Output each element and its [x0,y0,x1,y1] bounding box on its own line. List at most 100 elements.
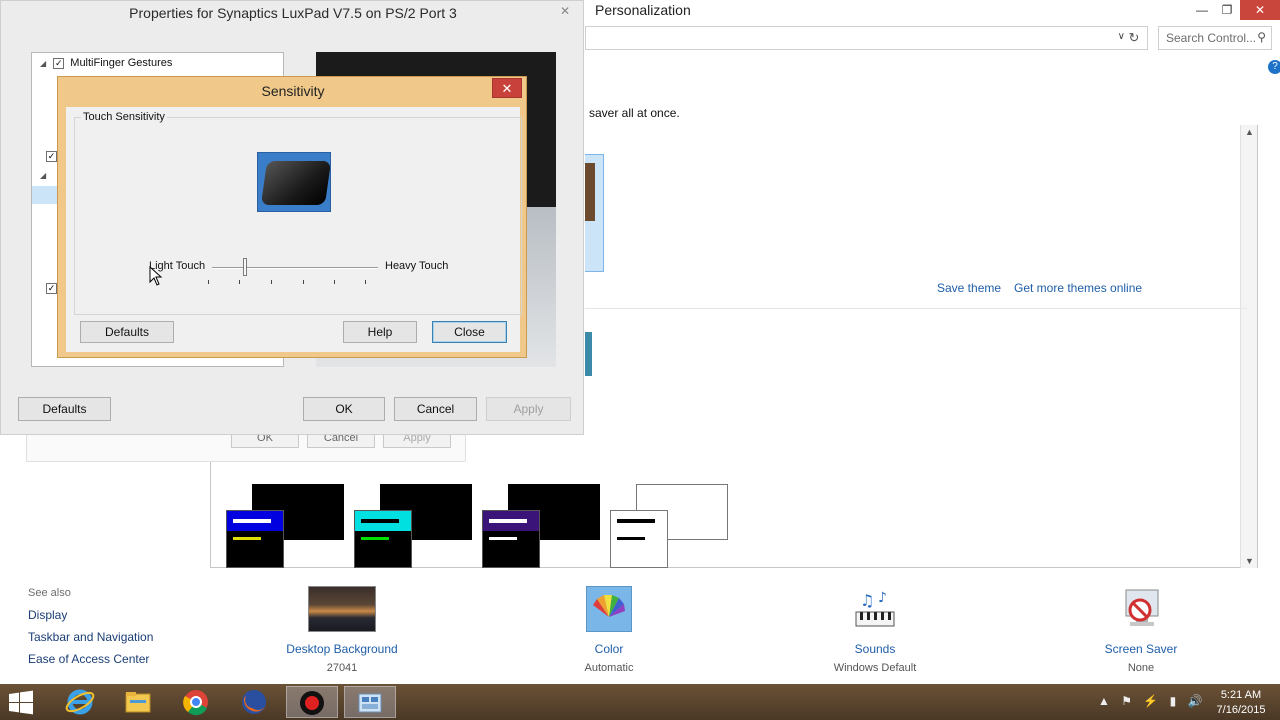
ease-of-access-link[interactable]: Ease of Access Center [28,652,149,666]
internet-explorer-icon[interactable] [54,686,106,718]
theme-thumbnail [585,163,595,221]
desktop-background-item[interactable]: Desktop Background 27041 [282,586,402,674]
search-placeholder: Search Control... [1166,31,1257,45]
slider-tick [365,280,366,284]
defaults-button[interactable]: Defaults [80,321,174,343]
theme-bar [489,519,527,523]
close-icon[interactable]: ✕ [1240,0,1280,20]
high-contrast-theme-white[interactable] [610,484,750,568]
theme-bar [233,537,261,540]
chrome-icon[interactable] [170,686,222,718]
close-icon[interactable]: ✕ [492,78,522,98]
theme-window-front [226,510,284,568]
sensitivity-slider[interactable] [212,267,378,269]
theme-window-front [354,510,412,568]
checkbox[interactable]: ✓ [53,57,65,69]
firefox-icon[interactable] [228,686,280,718]
taskbar: ▲ ⚑ ⚡ ▮ 🔊 5:21 AM 7/16/2015 [0,684,1280,720]
defaults-button[interactable]: Defaults [18,397,111,421]
more-themes-link[interactable]: Get more themes online [1014,281,1142,295]
touchpad-shape [260,161,330,205]
expand-icon[interactable]: ◢ [40,59,46,68]
color-item[interactable]: Color Automatic [569,586,649,674]
tree-item-label: MultiFinger Gestures [70,57,173,69]
cancel-button[interactable]: Cancel [394,397,477,421]
personalization-titlebar: Personalization — ❐ ✕ [585,0,1280,22]
search-input[interactable]: Search Control... ⚲ [1158,26,1272,50]
sensitivity-dialog: Sensitivity ✕ Touch Sensitivity Light To… [57,76,527,358]
high-contrast-theme-2[interactable] [354,484,494,568]
slider-tick [239,280,240,284]
theme-bar [617,519,655,523]
taskbar-navigation-link[interactable]: Taskbar and Navigation [28,630,153,644]
slider-tick [303,280,304,284]
bottom-item-label: Color [594,642,624,656]
sounds-item[interactable]: ♫ ♪ Sounds Windows Default [820,586,930,674]
bottom-item-label: Screen Saver [1104,642,1178,656]
dialog-title: Sensitivity [261,83,325,99]
file-explorer-icon[interactable] [112,686,164,718]
action-center-flag-icon[interactable]: ⚑ [1121,694,1132,708]
see-also-heading: See also [28,587,71,599]
screen-saver-icon [1118,586,1164,632]
checkbox[interactable]: ✓ [46,283,57,294]
svg-text:♪: ♪ [878,590,887,606]
tree-selection [32,186,60,204]
bottom-item-label: Sounds [854,642,896,656]
minimize-icon[interactable]: — [1188,0,1216,20]
volume-icon[interactable]: 🔊 [1188,694,1203,708]
record-icon[interactable] [286,686,338,718]
slider-thumb[interactable] [243,258,248,276]
sensitivity-client-area: Touch Sensitivity Light Touch Heavy Touc… [66,107,522,352]
restore-icon[interactable]: ❐ [1213,0,1241,20]
touch-sensitivity-group: Touch Sensitivity Light Touch Heavy Touc… [74,111,522,315]
theme-bar [361,537,389,540]
clock-time: 5:21 AM [1220,689,1262,701]
address-bar[interactable]: ∨ [585,26,1148,50]
slider-tick [208,280,209,284]
heavy-touch-label: Heavy Touch [385,260,449,272]
power-icon[interactable]: ⚡ [1143,694,1158,708]
high-contrast-theme-black[interactable] [482,484,622,568]
help-icon[interactable]: ? [1268,60,1280,74]
search-icon[interactable]: ⚲ [1257,30,1266,44]
theme-bar [489,537,517,540]
touchpad-image [257,152,331,212]
group-label: Touch Sensitivity [81,111,167,123]
control-panel-icon[interactable] [344,686,396,718]
color-palette-icon [586,586,632,632]
theme-thumbnail[interactable] [585,332,592,376]
system-tray: ▲ ⚑ ⚡ ▮ 🔊 [1098,694,1211,708]
theme-bar [617,537,645,540]
clock[interactable]: 5:21 AM 7/16/2015 [1206,688,1276,718]
display-link[interactable]: Display [28,608,67,622]
clock-date: 7/16/2015 [1216,704,1266,716]
high-contrast-theme-1[interactable] [226,484,366,568]
bottom-item-sub: 27041 [326,662,358,674]
slider-tick [334,280,335,284]
tree-item-multifinger-gestures[interactable]: ◢ ✓ MultiFinger Gestures [40,57,172,69]
bottom-item-label: Desktop Background [286,642,398,656]
theme-bar [361,519,399,523]
bottom-item-sub: Windows Default [833,662,917,674]
scroll-up-icon[interactable]: ▲ [1241,127,1258,137]
close-icon[interactable]: ✕ [551,1,579,21]
save-theme-link[interactable]: Save theme [937,281,1001,295]
theme-bar [233,519,271,523]
scroll-down-icon[interactable]: ▼ [1241,556,1258,566]
network-signal-icon[interactable]: ▮ [1170,694,1177,708]
apply-button[interactable]: Apply [486,397,571,421]
bottom-item-sub: Automatic [584,662,634,674]
desktop-background-icon [308,586,376,632]
ok-button[interactable]: OK [303,397,385,421]
screen-saver-item[interactable]: Screen Saver None [1096,586,1186,674]
close-button[interactable]: Close [432,321,507,343]
help-button[interactable]: Help [343,321,417,343]
themes-scrollbar[interactable]: ▲ ▼ [1240,125,1257,568]
expand-icon[interactable]: ◢ [40,171,46,180]
checkbox[interactable]: ✓ [46,151,57,162]
refresh-icon[interactable]: ↻ [1124,28,1144,48]
windows-start-icon[interactable] [6,690,40,716]
chevron-up-icon[interactable]: ▲ [1098,694,1110,708]
selected-theme-tile[interactable] [585,154,604,272]
